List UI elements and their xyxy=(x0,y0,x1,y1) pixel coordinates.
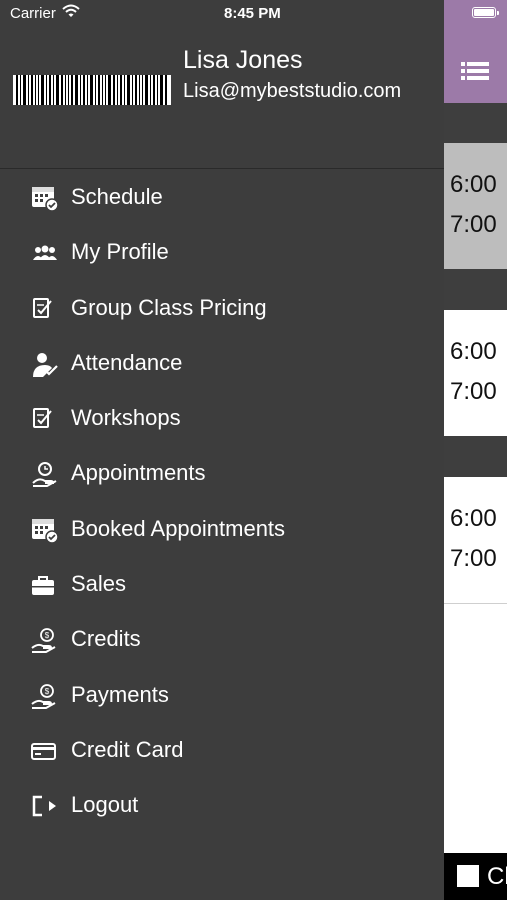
menu-item-booked-appointments[interactable]: Booked Appointments xyxy=(0,503,444,558)
section-header xyxy=(444,103,507,143)
status-bar: Carrier 8:45 PM xyxy=(0,0,507,28)
menu-item-credits[interactable]: $ Credits xyxy=(0,613,444,668)
carrier-label: Carrier xyxy=(10,5,56,22)
list-separator xyxy=(444,603,507,604)
menu-label: Attendance xyxy=(71,349,183,375)
member-barcode xyxy=(13,75,171,105)
calendar-check-icon xyxy=(30,185,60,213)
bottom-bar-label: Cl xyxy=(487,863,507,890)
hand-coin-icon: $ xyxy=(30,627,60,655)
menu-label: Schedule xyxy=(71,184,163,209)
user-email: Lisa@mybeststudio.com xyxy=(183,80,402,102)
logout-icon xyxy=(30,793,60,821)
calendar-check-icon xyxy=(30,517,60,545)
menu-item-schedule[interactable]: Schedule xyxy=(0,171,444,226)
user-name: Lisa Jones xyxy=(183,46,303,74)
bottom-bar: Cl xyxy=(444,853,507,900)
list-menu-icon[interactable] xyxy=(461,61,489,81)
person-check-icon xyxy=(30,351,60,379)
status-time: 8:45 PM xyxy=(224,5,281,22)
menu-item-appointments[interactable]: Appointments xyxy=(0,447,444,502)
credit-card-icon xyxy=(30,738,60,766)
class-start-time: 6:00 xyxy=(450,338,497,365)
menu-item-credit-card[interactable]: Credit Card xyxy=(0,724,444,779)
menu-item-my-profile[interactable]: My Profile xyxy=(0,226,444,281)
section-header xyxy=(444,269,507,310)
menu-label: Payments xyxy=(71,681,169,707)
wifi-icon xyxy=(62,4,80,22)
menu-item-logout[interactable]: Logout xyxy=(0,779,444,834)
menu-item-group-class-pricing[interactable]: Group Class Pricing xyxy=(0,282,444,337)
menu-item-payments[interactable]: $ Payments xyxy=(0,669,444,724)
class-start-time: 6:00 xyxy=(450,171,497,198)
class-end-time: 7:00 xyxy=(450,545,497,572)
svg-text:$: $ xyxy=(45,687,50,696)
clock-hand-icon xyxy=(30,461,60,489)
svg-text:$: $ xyxy=(45,631,50,640)
drawer-menu: Schedule My Profile Group Class Pricing … xyxy=(0,171,444,835)
menu-label: Appointments xyxy=(71,460,206,486)
menu-item-workshops[interactable]: Workshops xyxy=(0,392,444,447)
menu-label: Logout xyxy=(71,792,139,818)
class-end-time: 7:00 xyxy=(450,211,497,238)
header-divider xyxy=(0,168,444,169)
section-header xyxy=(444,436,507,477)
class-end-time: 7:00 xyxy=(450,378,497,405)
checkbox[interactable] xyxy=(457,865,479,887)
class-card[interactable]: 6:00 7:00 xyxy=(444,310,507,436)
hand-coin-icon: $ xyxy=(30,683,60,711)
menu-label: Group Class Pricing xyxy=(71,294,267,320)
signed-document-icon xyxy=(30,296,60,324)
class-start-time: 6:00 xyxy=(450,505,497,532)
schedule-content: 6:00 7:00 6:00 7:00 6:00 7:00 Cl xyxy=(444,0,507,900)
menu-label: Credit Card xyxy=(71,736,184,762)
class-card[interactable]: 6:00 7:00 xyxy=(444,477,507,603)
battery-icon xyxy=(472,7,499,18)
signed-document-icon xyxy=(30,406,60,434)
menu-item-sales[interactable]: Sales xyxy=(0,558,444,613)
menu-label: Booked Appointments xyxy=(71,515,286,541)
menu-label: Sales xyxy=(71,571,127,597)
menu-label: Workshops xyxy=(71,405,181,431)
side-drawer: Lisa Jones Lisa@mybeststudio.com Schedul… xyxy=(0,0,444,900)
menu-label: My Profile xyxy=(71,239,169,265)
menu-item-attendance[interactable]: Attendance xyxy=(0,337,444,392)
class-card[interactable]: 6:00 7:00 xyxy=(444,143,507,269)
menu-label: Credits xyxy=(71,626,141,652)
people-icon xyxy=(30,240,60,268)
briefcase-icon xyxy=(30,572,60,600)
